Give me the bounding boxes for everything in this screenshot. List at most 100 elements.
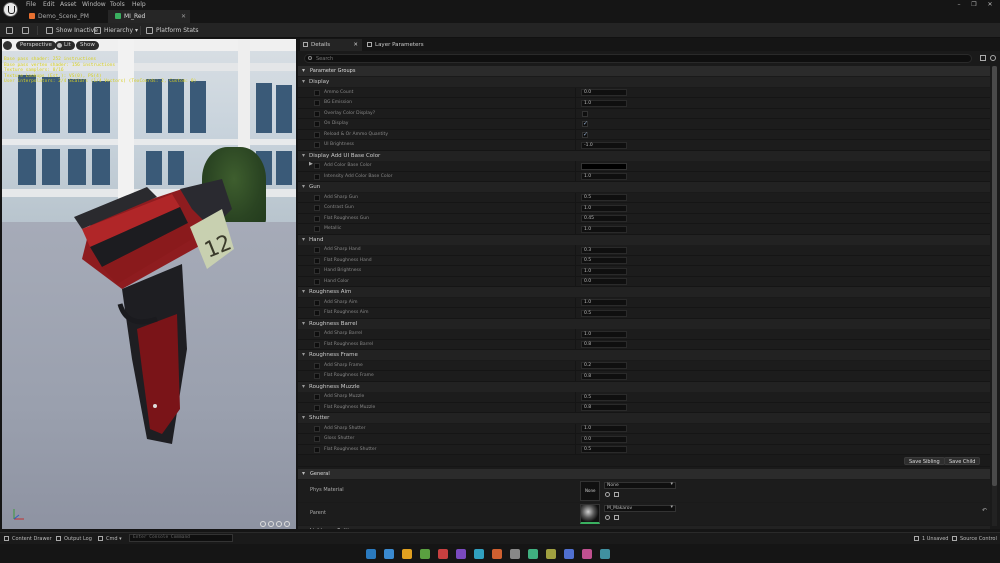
parameter-value-input[interactable]: 0.8	[581, 372, 627, 380]
parameter-value-input[interactable]: 0.3	[581, 246, 627, 254]
parameter-group-header[interactable]: Display	[298, 77, 990, 87]
parameter-value-input[interactable]: 1.0	[581, 99, 627, 107]
maximize-button[interactable]: ❐	[969, 1, 979, 8]
menu-asset[interactable]: Asset	[60, 1, 76, 8]
override-checkbox[interactable]	[314, 205, 320, 211]
parent-dropdown[interactable]: M_Makarov	[604, 505, 676, 512]
unsaved-button[interactable]: 1 Unsaved	[914, 535, 948, 543]
parameter-value-input[interactable]: 1.0	[581, 267, 627, 275]
save-icon[interactable]	[6, 26, 15, 35]
parameter-value-input[interactable]: 1.0	[581, 173, 627, 180]
taskbar-app-icon[interactable]	[420, 549, 430, 559]
parameter-value-input[interactable]: 0.5	[581, 309, 627, 317]
source-control-button[interactable]: Source Control	[952, 535, 997, 543]
override-checkbox[interactable]	[314, 173, 320, 180]
platform-stats-button[interactable]: Platform Stats	[146, 26, 199, 35]
taskbar-app-icon[interactable]	[492, 549, 502, 559]
cylinder-icon[interactable]	[260, 521, 266, 527]
taskbar-app-icon[interactable]	[546, 549, 556, 559]
override-checkbox[interactable]	[314, 446, 320, 453]
parameter-value-input[interactable]: 1.0	[581, 425, 627, 432]
override-checkbox[interactable]	[314, 362, 320, 369]
color-swatch[interactable]	[581, 162, 627, 170]
content-drawer-button[interactable]: Content Drawer	[4, 535, 52, 543]
override-checkbox[interactable]	[314, 121, 320, 127]
details-scrollbar[interactable]	[992, 66, 997, 526]
taskbar-app-icon[interactable]	[402, 549, 412, 559]
parameter-value-input[interactable]: 1.0	[581, 330, 627, 338]
taskbar-app-icon[interactable]	[564, 549, 574, 559]
grid-view-icon[interactable]	[980, 55, 986, 61]
override-checkbox[interactable]	[314, 425, 320, 432]
console-command-input[interactable]: Enter Console Command	[129, 534, 233, 542]
save-child-button[interactable]: Save Child	[944, 457, 981, 465]
expand-arrow-icon[interactable]: ▶	[309, 161, 313, 167]
override-checkbox[interactable]	[314, 257, 320, 264]
tab-demo-scene[interactable]: Demo_Scene_PM	[22, 10, 106, 23]
hierarchy-button[interactable]: Hierarchy ▾	[94, 26, 138, 35]
override-checkbox[interactable]	[314, 394, 320, 400]
parameter-value-input[interactable]: 0.5	[581, 257, 627, 264]
output-log-button[interactable]: Output Log	[56, 535, 92, 543]
parent-material-thumbnail[interactable]	[580, 504, 600, 524]
override-checkbox[interactable]	[314, 310, 320, 316]
parameter-checkbox[interactable]	[582, 110, 588, 117]
show-inactive-button[interactable]: Show Inactive	[46, 26, 98, 35]
taskbar-app-icon[interactable]	[600, 549, 610, 559]
parameter-group-header[interactable]: Roughness Barrel	[298, 318, 990, 329]
parameter-checkbox[interactable]	[582, 131, 588, 138]
taskbar-app-icon[interactable]	[366, 549, 376, 559]
override-checkbox[interactable]	[314, 404, 320, 411]
parameter-value-input[interactable]: 1.0	[581, 299, 627, 306]
parameter-group-header[interactable]: Gun	[298, 182, 990, 192]
override-checkbox[interactable]	[314, 163, 320, 169]
phys-material-thumbnail[interactable]: None	[580, 481, 600, 501]
taskbar-app-icon[interactable]	[456, 549, 466, 559]
browse-folder-icon[interactable]	[614, 492, 619, 497]
show-button[interactable]: Show	[76, 41, 99, 50]
details-search-input[interactable]: Search	[304, 54, 972, 63]
menu-window[interactable]: Window	[82, 1, 106, 8]
perspective-button[interactable]: Perspective	[16, 41, 56, 50]
parameter-value-input[interactable]: 0.5	[581, 446, 627, 453]
override-checkbox[interactable]	[314, 299, 320, 306]
override-checkbox[interactable]	[314, 89, 320, 96]
parameter-value-input[interactable]: 1.0	[581, 204, 627, 212]
close-tab-icon[interactable]: ✕	[353, 39, 358, 51]
save-sibling-button[interactable]: Save Sibling	[904, 457, 945, 465]
parameter-value-input[interactable]: 0.8	[581, 341, 627, 348]
preview-viewport[interactable]: 12 Perspective Lit Show Base pass shader…	[2, 39, 296, 529]
parameter-value-input[interactable]: 0.8	[581, 404, 627, 411]
parameter-value-input[interactable]: 0.45	[581, 215, 627, 222]
close-tab-icon[interactable]: ✕	[181, 10, 186, 23]
override-checkbox[interactable]	[314, 268, 320, 274]
cmd-dropdown[interactable]: Cmd ▾	[98, 535, 122, 543]
parameter-groups-header[interactable]: Parameter Groups	[298, 66, 990, 76]
parameter-value-input[interactable]: 0.5	[581, 393, 627, 401]
parameter-group-header[interactable]: Roughness Aim	[298, 287, 990, 297]
menu-file[interactable]: File	[26, 1, 36, 8]
parameter-checkbox[interactable]	[582, 120, 588, 127]
parameter-group-header[interactable]: Shutter	[298, 413, 990, 423]
menu-help[interactable]: Help	[132, 1, 146, 8]
phys-material-dropdown[interactable]: None	[604, 482, 676, 489]
use-selected-icon[interactable]	[605, 492, 610, 497]
general-section-header[interactable]: General	[298, 469, 990, 479]
parameter-value-input[interactable]: -1.0	[581, 141, 627, 149]
override-checkbox[interactable]	[314, 436, 320, 442]
lightmass-settings-header[interactable]: Lightmass Settings	[298, 526, 990, 529]
override-checkbox[interactable]	[314, 100, 320, 106]
override-checkbox[interactable]	[314, 373, 320, 379]
cube-icon[interactable]	[284, 521, 290, 527]
lit-button[interactable]: Lit	[55, 41, 75, 50]
parameter-group-header[interactable]: Roughness Muzzle	[298, 381, 990, 392]
parameter-value-input[interactable]: 0.0	[581, 89, 627, 96]
override-checkbox[interactable]	[314, 110, 320, 117]
tab-layer-parameters[interactable]: Layer Parameters	[364, 39, 444, 51]
taskbar-app-icon[interactable]	[528, 549, 538, 559]
menu-tools[interactable]: Tools	[110, 1, 125, 8]
parameter-group-header[interactable]: Display Add UI Base Color	[298, 150, 990, 161]
parameter-value-input[interactable]: 0.2	[581, 362, 627, 369]
override-checkbox[interactable]	[314, 142, 320, 148]
parameter-value-input[interactable]: 0.0	[581, 278, 627, 285]
